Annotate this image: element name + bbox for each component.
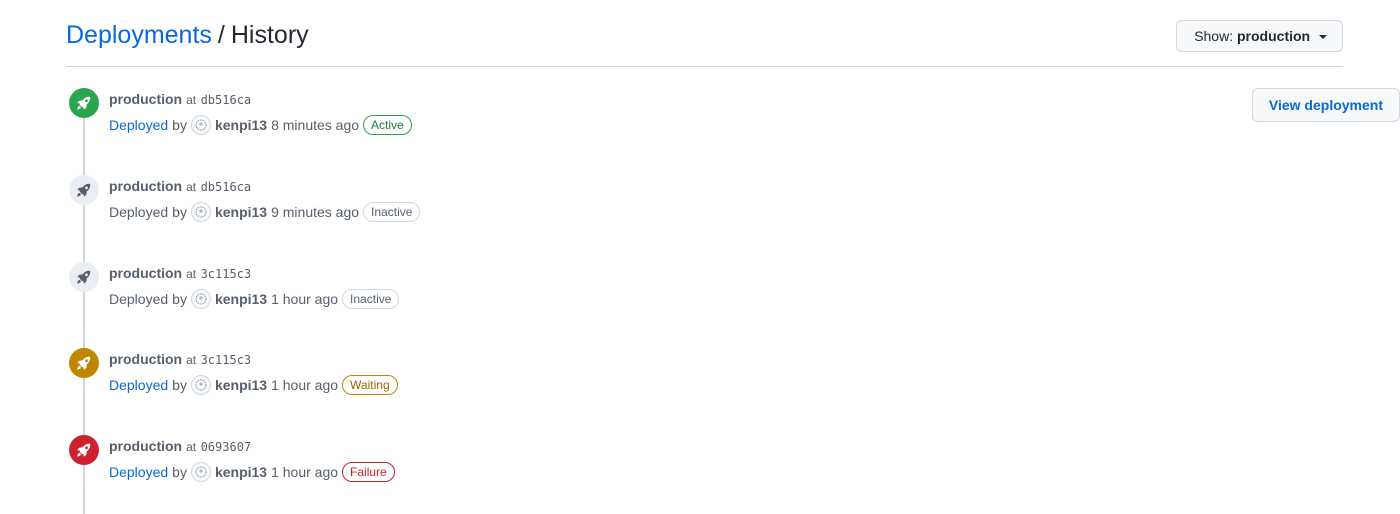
environment-filter-dropdown[interactable]: Show: production bbox=[1176, 20, 1343, 52]
deployment-entry: production at db516ca Deployed by kenpi13 9 m… bbox=[66, 175, 1343, 235]
view-deployment-button[interactable]: View deployment bbox=[1251, 88, 1400, 122]
caret-down-icon bbox=[1319, 35, 1327, 40]
relative-time: 1 hour ago bbox=[271, 464, 339, 480]
user-name-link[interactable]: kenpi13 bbox=[215, 374, 267, 396]
environment-name[interactable]: production bbox=[109, 178, 182, 194]
by-text: by bbox=[172, 204, 187, 220]
deployment-status-rocket-icon bbox=[69, 435, 99, 465]
breadcrumb-deployments-link[interactable]: Deployments bbox=[66, 21, 212, 49]
deployment-entry: production at 0693607 Deployed by kenpi13 1 h… bbox=[66, 435, 1343, 495]
avatar[interactable] bbox=[190, 115, 211, 135]
status-badge: Failure bbox=[342, 462, 395, 482]
status-badge: Inactive bbox=[363, 202, 421, 222]
status-badge: Waiting bbox=[342, 375, 398, 395]
environment-name[interactable]: production bbox=[109, 351, 182, 367]
by-text: by bbox=[172, 464, 187, 480]
breadcrumb-separator: / bbox=[217, 21, 225, 49]
deployment-heading: production at 3c115c3 bbox=[109, 348, 251, 370]
deployment-status-rocket-icon bbox=[69, 88, 99, 118]
at-text: at bbox=[186, 93, 197, 107]
deployment-meta: Deployed by kenpi13 1 hour ago Waiting bbox=[109, 374, 398, 396]
avatar[interactable] bbox=[190, 462, 211, 482]
filter-value: production bbox=[1237, 28, 1311, 44]
relative-time: 8 minutes ago bbox=[271, 117, 360, 133]
status-badge: Active bbox=[363, 115, 412, 135]
at-text: at bbox=[186, 353, 197, 367]
avatar[interactable] bbox=[190, 375, 211, 395]
environment-name[interactable]: production bbox=[109, 438, 182, 454]
at-text: at bbox=[186, 180, 197, 194]
user-name-link[interactable]: kenpi13 bbox=[215, 461, 267, 483]
deployment-heading: production at db516ca bbox=[109, 88, 251, 110]
at-text: at bbox=[186, 267, 197, 281]
filter-label: Show: bbox=[1194, 28, 1234, 44]
deployment-meta: Deployed by kenpi13 1 hour ago Failure bbox=[109, 461, 395, 483]
relative-time: 9 minutes ago bbox=[271, 204, 360, 220]
deployment-heading: production at 0693607 bbox=[109, 435, 251, 457]
environment-name[interactable]: production bbox=[109, 91, 182, 107]
deployed-status-text[interactable]: Deployed bbox=[109, 461, 168, 483]
avatar[interactable] bbox=[190, 289, 211, 309]
commit-sha-link[interactable]: db516ca bbox=[201, 93, 252, 107]
deployment-meta: Deployed by kenpi13 9 minutes ago Inactive bbox=[109, 201, 421, 223]
user-name-link[interactable]: kenpi13 bbox=[215, 288, 267, 310]
deployed-status-text[interactable]: Deployed bbox=[109, 114, 168, 136]
deployment-entry: production at 3c115c3 Deployed by kenpi13 1 h… bbox=[66, 262, 1343, 322]
deployment-meta: Deployed by kenpi13 1 hour ago Inactive bbox=[109, 288, 400, 310]
deployed-status-text: Deployed bbox=[109, 291, 169, 307]
by-text: by bbox=[172, 291, 187, 307]
user-name-link[interactable]: kenpi13 bbox=[215, 114, 267, 136]
by-text: by bbox=[172, 117, 187, 133]
at-text: at bbox=[186, 440, 197, 454]
commit-sha-link[interactable]: 3c115c3 bbox=[201, 353, 252, 367]
deployment-status-rocket-icon bbox=[69, 348, 99, 378]
by-text: by bbox=[172, 377, 187, 393]
deployed-status-text[interactable]: Deployed bbox=[109, 374, 168, 396]
page-header: Deployments / History Show: production bbox=[66, 0, 1343, 67]
breadcrumb-current: History bbox=[230, 21, 309, 49]
avatar[interactable] bbox=[190, 202, 211, 222]
deployed-status-text: Deployed bbox=[109, 204, 169, 220]
deployment-status-rocket-icon bbox=[69, 262, 99, 292]
relative-time: 1 hour ago bbox=[271, 291, 339, 307]
deployment-meta: Deployed by kenpi13 8 minutes ago Active bbox=[109, 114, 412, 136]
deployment-heading: production at db516ca bbox=[109, 175, 251, 197]
deployment-heading: production at 3c115c3 bbox=[109, 262, 251, 284]
page-title: Deployments / History bbox=[66, 19, 309, 51]
deployment-entry: production at db516ca Deployed by kenpi13 8 m… bbox=[66, 88, 1343, 148]
deployment-status-rocket-icon bbox=[69, 175, 99, 205]
status-badge: Inactive bbox=[342, 289, 400, 309]
commit-sha-link[interactable]: db516ca bbox=[201, 180, 252, 194]
deployment-entry: production at 3c115c3 Deployed by kenpi13 1 h… bbox=[66, 348, 1343, 408]
user-name-link[interactable]: kenpi13 bbox=[215, 201, 267, 223]
commit-sha-link[interactable]: 3c115c3 bbox=[201, 267, 252, 281]
environment-name[interactable]: production bbox=[109, 265, 182, 281]
commit-sha-link[interactable]: 0693607 bbox=[201, 440, 252, 454]
relative-time: 1 hour ago bbox=[271, 377, 339, 393]
